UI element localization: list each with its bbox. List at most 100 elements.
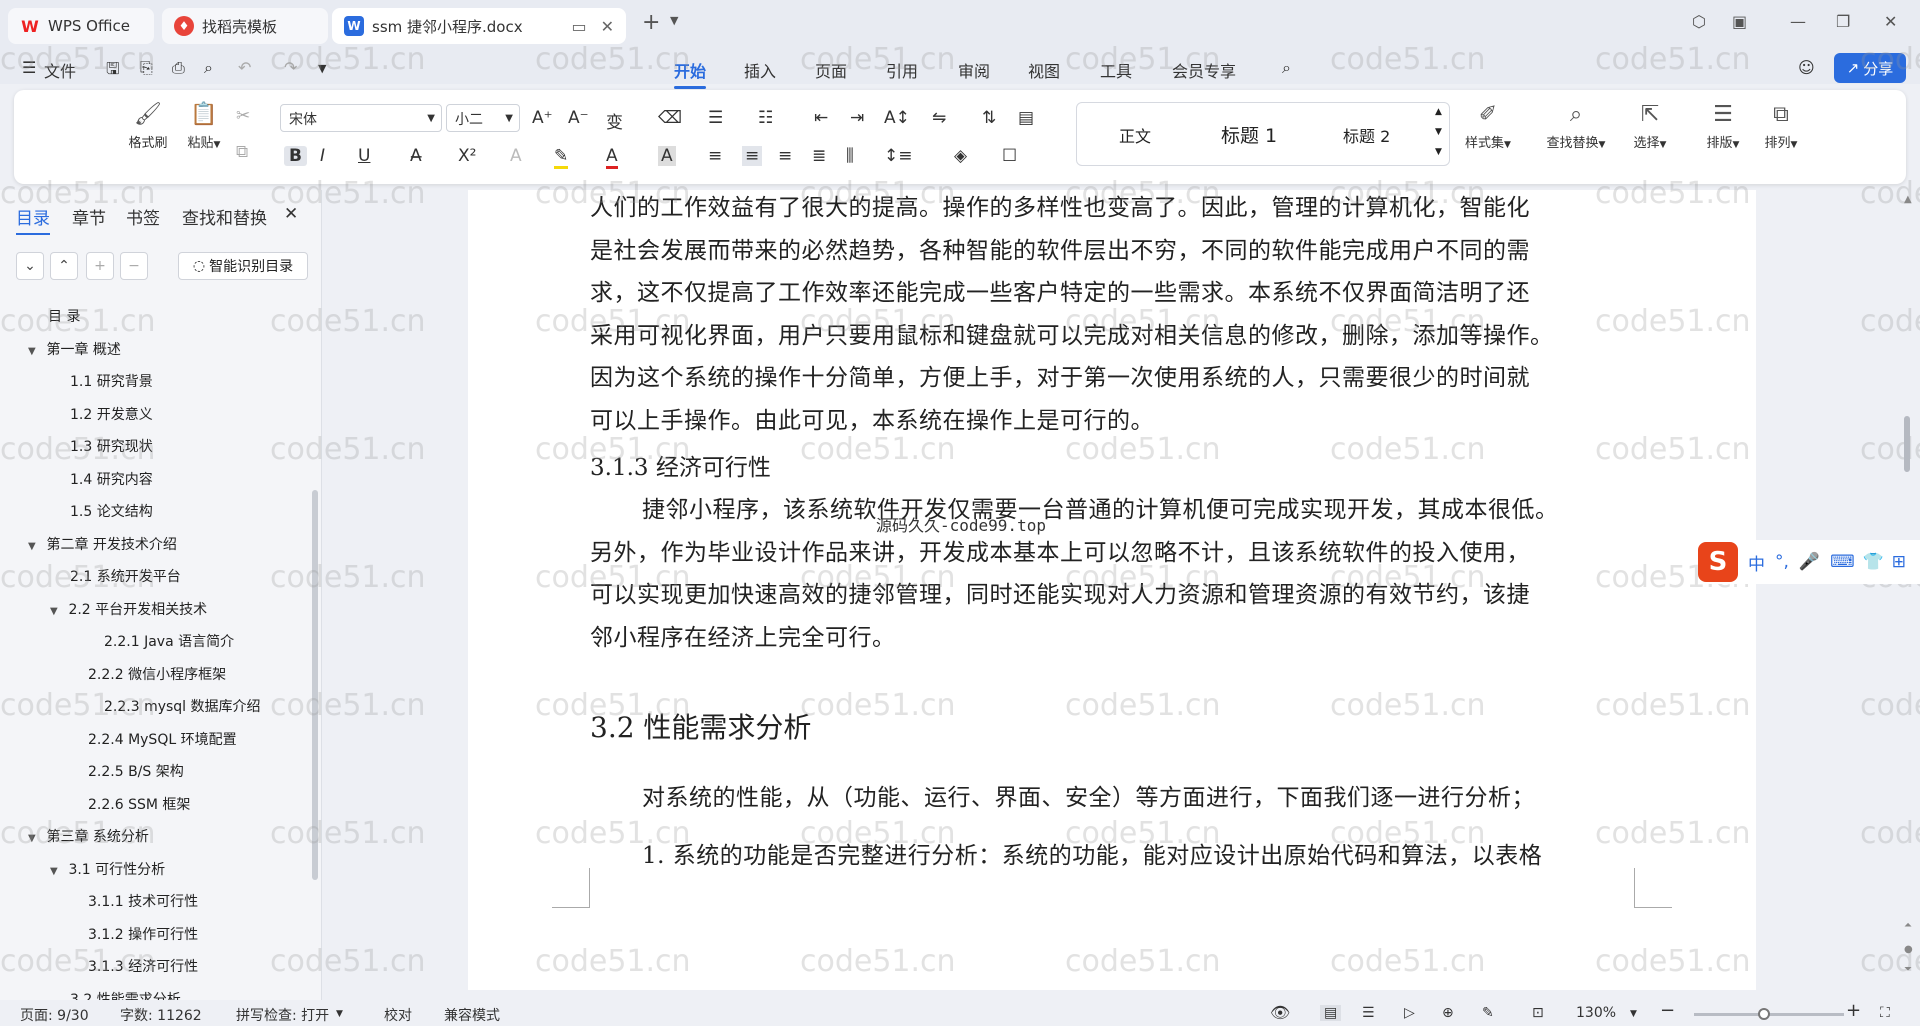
- toc-item[interactable]: ▼ 第二章 开发技术介绍: [28, 534, 177, 554]
- toc-item[interactable]: ▼ 3.1 可行性分析: [50, 859, 165, 879]
- numbered-list-icon[interactable]: ☷: [758, 108, 773, 128]
- style-set-button[interactable]: ✐ 样式集▼: [1448, 102, 1528, 151]
- microphone-icon[interactable]: 🎤: [1799, 552, 1820, 572]
- format-painter-button[interactable]: 🖌 格式刷: [120, 102, 176, 151]
- toc-item[interactable]: 3.1.3 经济可行性: [88, 956, 198, 976]
- prev-page-icon[interactable]: ⏶: [1904, 920, 1912, 931]
- style-heading-2[interactable]: 标题 2: [1343, 123, 1390, 147]
- zoom-value[interactable]: 130%: [1576, 1005, 1616, 1021]
- menu-page[interactable]: 页面: [815, 58, 847, 82]
- grow-font-icon[interactable]: A⁺: [532, 108, 553, 128]
- increase-indent-icon[interactable]: ⇥: [850, 108, 864, 128]
- expand-arrow-icon[interactable]: ▼: [50, 866, 64, 877]
- align-left-icon[interactable]: ≡: [708, 146, 722, 166]
- expand-icon[interactable]: ⌃: [50, 252, 78, 280]
- restore-icon[interactable]: ❐: [1836, 12, 1850, 31]
- pen-icon[interactable]: ✎: [1482, 1005, 1494, 1021]
- toc-item[interactable]: ▼ 2.2 平台开发相关技术: [50, 599, 207, 619]
- bold-button[interactable]: B: [284, 146, 307, 166]
- print-preview-icon[interactable]: ⌕: [204, 58, 213, 78]
- font-color-icon[interactable]: A: [606, 146, 618, 169]
- keyboard-icon[interactable]: ⌨: [1830, 552, 1855, 572]
- read-mode-icon[interactable]: ▷: [1404, 1005, 1415, 1021]
- vertical-scrollbar[interactable]: [1904, 416, 1910, 472]
- expand-icon[interactable]: ▼: [1435, 147, 1442, 157]
- toc-item[interactable]: 2.2.1 Java 语言简介: [104, 631, 234, 651]
- outline-view-icon[interactable]: ☰: [1362, 1005, 1375, 1021]
- text-direction-icon[interactable]: A↕: [884, 108, 910, 128]
- menu-member[interactable]: 会员专享: [1172, 58, 1236, 82]
- chat-icon[interactable]: ☺: [1798, 58, 1815, 77]
- menu-view[interactable]: 视图: [1028, 58, 1060, 82]
- cube-icon[interactable]: ⬡: [1692, 12, 1706, 31]
- phonetic-icon[interactable]: 变: [606, 108, 623, 133]
- zoom-out-icon[interactable]: −: [1660, 1000, 1675, 1021]
- redo-icon[interactable]: ↷: [284, 58, 297, 77]
- decrease-indent-icon[interactable]: ⇤: [814, 108, 828, 128]
- ime-mode[interactable]: 中: [1748, 550, 1765, 575]
- tab-toc[interactable]: 目录: [16, 204, 50, 235]
- punctuation-icon[interactable]: °,: [1775, 552, 1789, 572]
- scroll-up-icon[interactable]: ▲: [1904, 194, 1912, 205]
- shading-icon[interactable]: ◈: [954, 146, 967, 166]
- toc-item[interactable]: ▼ 第三章 系统分析: [28, 826, 149, 846]
- line-spacing-icon[interactable]: ↕≡: [884, 146, 913, 166]
- toc-item[interactable]: 2.2.4 MySQL 环境配置: [88, 729, 237, 749]
- toc-item[interactable]: 3.1.1 技术可行性: [88, 891, 198, 911]
- tab-list-chevron-icon[interactable]: ▼: [670, 14, 678, 27]
- smart-toc-button[interactable]: ◌ 智能识别目录: [178, 252, 308, 280]
- share-button[interactable]: ↗ 分享: [1834, 53, 1906, 83]
- word-count[interactable]: 字数: 11262: [120, 1005, 202, 1025]
- window-mode-icon[interactable]: ▭: [571, 17, 586, 36]
- align-center-icon[interactable]: ≡: [742, 146, 763, 166]
- menu-review[interactable]: 审阅: [958, 58, 990, 82]
- scroll-up-icon[interactable]: ▲: [1435, 107, 1442, 117]
- remove-heading-icon[interactable]: −: [120, 252, 148, 280]
- cut-icon[interactable]: ✂: [236, 106, 250, 126]
- sidebar-scrollbar[interactable]: [312, 490, 318, 880]
- toc-item[interactable]: 1.2 开发意义: [70, 404, 153, 424]
- toc-item[interactable]: 2.2.3 mysql 数据库介绍: [104, 696, 261, 716]
- italic-button[interactable]: I: [320, 146, 325, 166]
- sort-icon[interactable]: ⇅: [982, 108, 996, 128]
- menu-tools[interactable]: 工具: [1100, 58, 1132, 82]
- font-size-select[interactable]: 小二 ▼: [446, 104, 520, 132]
- toc-item[interactable]: 目 录: [48, 306, 80, 326]
- toc-item[interactable]: 2.2.6 SSM 框架: [88, 794, 190, 814]
- page-view-icon[interactable]: ▤: [1320, 1005, 1342, 1021]
- toc-item[interactable]: ▼ 第一章 概述: [28, 339, 121, 359]
- show-marks-icon[interactable]: ▤: [1018, 108, 1034, 128]
- toc-item[interactable]: 2.1 系统开发平台: [70, 566, 181, 586]
- new-tab-icon[interactable]: +: [642, 10, 660, 35]
- web-view-icon[interactable]: ⊕: [1442, 1005, 1454, 1021]
- close-tab-icon[interactable]: ✕: [601, 17, 614, 36]
- eye-protect-icon[interactable]: 👁: [1270, 1003, 1290, 1022]
- toc-item[interactable]: 1.1 研究背景: [70, 371, 153, 391]
- tab-chapters[interactable]: 章节: [72, 204, 106, 229]
- close-pane-icon[interactable]: ✕: [284, 204, 298, 224]
- convert-icon[interactable]: ⇋: [932, 108, 946, 128]
- font-name-select[interactable]: 宋体 ▼: [280, 104, 442, 132]
- select-button[interactable]: ⇱ 选择▼: [1622, 102, 1678, 151]
- expand-arrow-icon[interactable]: ▼: [28, 833, 42, 844]
- style-normal[interactable]: 正文: [1119, 123, 1151, 147]
- menu-start[interactable]: 开始: [674, 58, 707, 89]
- search-icon[interactable]: ⌕: [1282, 58, 1291, 78]
- fit-page-icon[interactable]: ⊡: [1532, 1005, 1544, 1021]
- tab-bookmarks[interactable]: 书签: [126, 204, 160, 229]
- toc-item[interactable]: 1.3 研究现状: [70, 436, 153, 456]
- strikethrough-button[interactable]: A̶: [410, 146, 422, 166]
- tab-document[interactable]: W ssm 捷邻小程序.docx ▭ ✕: [332, 8, 626, 44]
- avatar[interactable]: ▣: [1732, 12, 1747, 31]
- copy-icon[interactable]: ⧉: [236, 142, 248, 162]
- fullscreen-icon[interactable]: ⛶: [1880, 1005, 1890, 1021]
- layout-button[interactable]: ☰ 排版▼: [1696, 102, 1750, 151]
- border-icon[interactable]: ☐: [1002, 146, 1017, 166]
- close-window-icon[interactable]: ✕: [1884, 12, 1897, 31]
- add-heading-icon[interactable]: +: [86, 252, 114, 280]
- highlight-icon[interactable]: ✎: [554, 146, 569, 169]
- toolbox-icon[interactable]: ⊞: [1892, 552, 1906, 572]
- zoom-in-icon[interactable]: +: [1846, 1000, 1861, 1021]
- style-heading-1[interactable]: 标题 1: [1221, 121, 1277, 148]
- zoom-slider-handle[interactable]: [1758, 1008, 1770, 1020]
